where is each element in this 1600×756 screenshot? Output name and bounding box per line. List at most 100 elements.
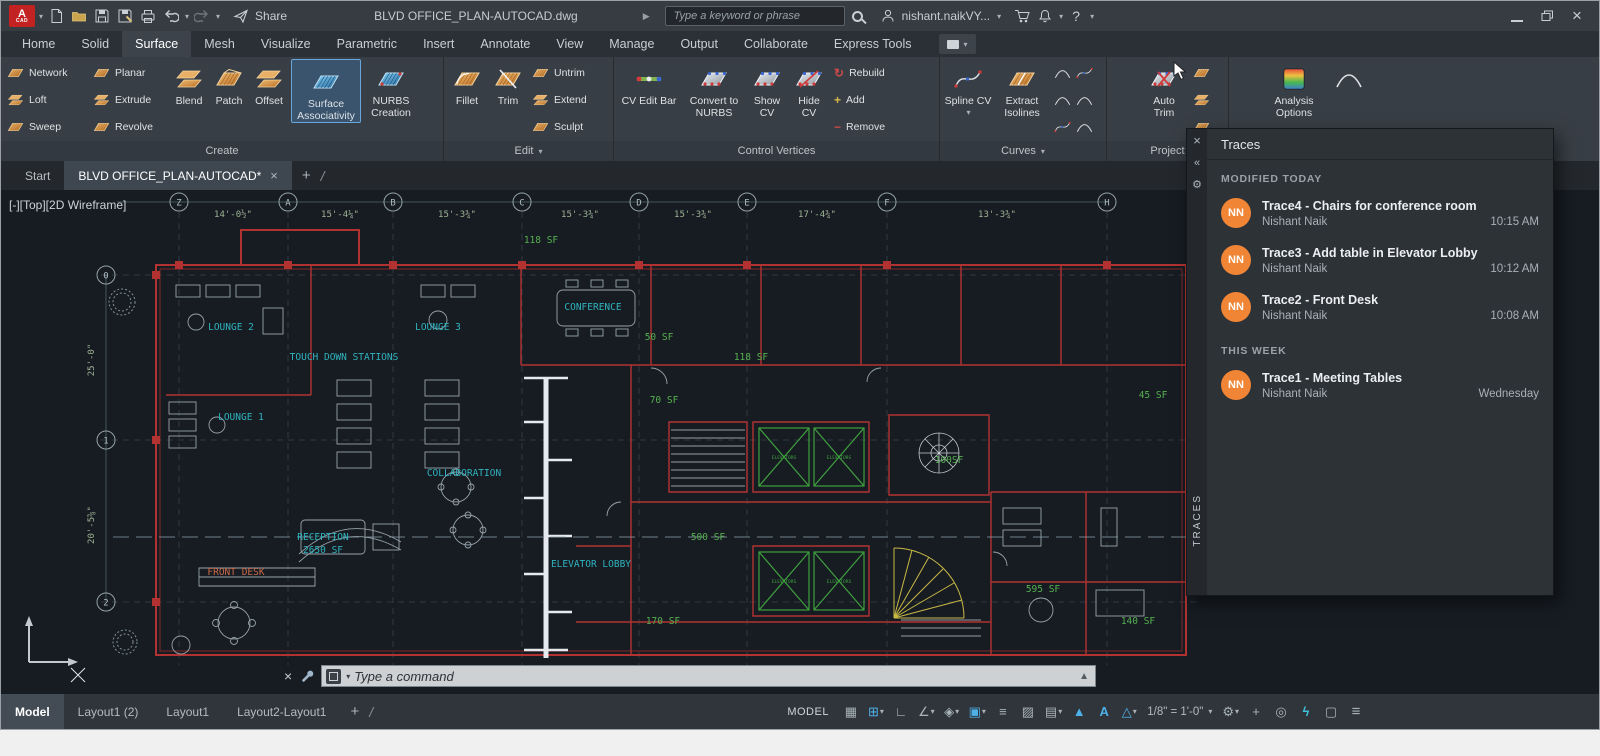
close-button[interactable]: × <box>1567 5 1587 27</box>
app-menu-button[interactable]: ACAD <box>9 5 35 27</box>
trace-item-2[interactable]: NN Trace2 - Front Desk Nishant Naik10:08… <box>1207 285 1553 332</box>
offset-curve-icon[interactable] <box>1076 67 1093 79</box>
planar-button[interactable]: Planar <box>89 59 169 86</box>
selected-partition[interactable] <box>524 378 572 658</box>
restore-button[interactable] <box>1537 5 1557 27</box>
ribbon-tab-express-tools[interactable]: Express Tools <box>821 31 925 57</box>
show-cv-button[interactable]: ShowCV <box>746 57 788 119</box>
project-to-ucs-button[interactable] <box>1189 59 1214 86</box>
analysis-options-button[interactable]: AnalysisOptions <box>1259 57 1329 119</box>
control-vertices-panel-label[interactable]: Control Vertices <box>614 141 939 161</box>
grid-display-toggle[interactable]: ▦ <box>840 699 862 725</box>
patch-button[interactable]: Patch <box>209 57 249 107</box>
layout2-tab[interactable]: Layout2-Layout1 <box>223 694 340 729</box>
annotation-monitor-button[interactable]: + <box>1245 699 1267 725</box>
customization-menu-button[interactable]: ≡ <box>1345 699 1367 725</box>
search-icon[interactable] <box>852 11 863 22</box>
create-panel-label[interactable]: Create <box>1 141 443 161</box>
cv-edit-bar-button[interactable]: CV Edit Bar <box>616 57 682 107</box>
command-input-bar[interactable]: ▾ ▲ <box>321 665 1096 687</box>
snap-mode-toggle[interactable]: ⊞▾ <box>865 699 887 725</box>
ribbon-tab-parametric[interactable]: Parametric <box>324 31 410 57</box>
polar-tracking-toggle[interactable]: ∠▾ <box>915 699 938 725</box>
workspace-switching-button[interactable]: ⚙▾ <box>1219 699 1242 725</box>
notifications-button[interactable] <box>1035 5 1055 27</box>
file-tab-drawing[interactable]: BLVD OFFICE_PLAN-AUTOCAD*× <box>64 161 292 190</box>
isolate-objects-button[interactable]: ◎ <box>1270 699 1292 725</box>
trace-item-1[interactable]: NN Trace1 - Meeting Tables Nishant NaikW… <box>1207 363 1553 410</box>
extend-button[interactable]: Extend <box>528 86 591 113</box>
new-drawing-tab-button[interactable]: + <box>292 161 321 190</box>
ribbon-tab-mesh[interactable]: Mesh <box>191 31 248 57</box>
blend-curve-button[interactable] <box>1050 59 1097 86</box>
zebra-analysis-button[interactable] <box>1329 57 1369 95</box>
freehand-curve-icon[interactable] <box>1076 121 1093 133</box>
viewport-controls[interactable]: [-][Top][2D Wireframe] <box>9 198 126 212</box>
command-input[interactable] <box>354 669 1075 684</box>
share-button[interactable]: Share <box>233 8 287 24</box>
graphics-performance-button[interactable]: ϟ <box>1295 699 1317 725</box>
ribbon-display-options-button[interactable]: ▾ <box>939 34 976 54</box>
clean-screen-button[interactable]: ▢ <box>1320 699 1342 725</box>
fillet-button[interactable]: Fillet <box>446 57 488 107</box>
ribbon-tab-visualize[interactable]: Visualize <box>248 31 324 57</box>
autoscale-toggle[interactable]: △▾ <box>1118 699 1140 725</box>
untrim-button[interactable]: Untrim <box>528 59 591 86</box>
layout1-tab[interactable]: Layout1 <box>152 694 223 729</box>
project-to-view-button[interactable] <box>1189 86 1214 113</box>
annotation-scale-button[interactable]: 1/8" = 1'-0"▾ <box>1143 699 1216 725</box>
blend-button[interactable]: Blend <box>169 57 209 107</box>
plot-button[interactable] <box>138 5 158 27</box>
remove-button[interactable]: −Remove <box>830 113 889 140</box>
trim-button[interactable]: Trim <box>488 57 528 107</box>
trace-item-3[interactable]: NN Trace3 - Add table in Elevator Lobby … <box>1207 238 1553 285</box>
command-dropdown-icon[interactable]: ▾ <box>346 672 350 681</box>
curve-row-3[interactable] <box>1050 113 1097 140</box>
app-menu-arrow-icon[interactable]: ▾ <box>39 12 43 21</box>
dynamic-input-toggle[interactable]: ▲ <box>1068 699 1090 725</box>
sculpt-button[interactable]: Sculpt <box>528 113 591 140</box>
ribbon-tab-view[interactable]: View <box>543 31 596 57</box>
ribbon-tab-annotate[interactable]: Annotate <box>467 31 543 57</box>
ribbon-tab-output[interactable]: Output <box>667 31 731 57</box>
command-customize-icon[interactable] <box>299 669 314 684</box>
recent-commands-icon[interactable] <box>326 669 341 684</box>
close-tab-icon[interactable]: × <box>270 168 278 183</box>
network-button[interactable]: Network <box>3 59 89 86</box>
edit-panel-label[interactable]: Edit▾ <box>444 141 613 161</box>
revolve-button[interactable]: Revolve <box>89 113 169 140</box>
ribbon-tab-manage[interactable]: Manage <box>596 31 667 57</box>
help-arrow-icon[interactable]: ▾ <box>1090 12 1094 21</box>
ribbon-tab-home[interactable]: Home <box>9 31 68 57</box>
extrude-button[interactable]: Extrude <box>89 86 169 113</box>
file-tab-start[interactable]: Start <box>11 161 64 190</box>
rebuild-button[interactable]: ↻Rebuild <box>830 59 889 86</box>
ribbon-tab-insert[interactable]: Insert <box>410 31 467 57</box>
ortho-toggle[interactable]: ∟ <box>890 699 912 725</box>
palette-properties-icon[interactable]: ⚙ <box>1192 178 1202 191</box>
new-layout-button[interactable]: + <box>340 694 369 729</box>
command-history-icon[interactable]: ▲ <box>1079 671 1091 682</box>
spline-cv-button[interactable]: Spline CV▾ <box>942 57 994 119</box>
curve-row-2[interactable] <box>1050 86 1097 113</box>
model-tab[interactable]: Model <box>1 694 64 729</box>
ribbon-tab-surface[interactable]: Surface <box>122 31 191 57</box>
hide-cv-button[interactable]: HideCV <box>788 57 830 119</box>
convert-to-nurbs-button[interactable]: Convert toNURBS <box>682 57 746 119</box>
nurbs-creation-toggle[interactable]: NURBSCreation <box>363 57 419 119</box>
layout1-2-tab[interactable]: Layout1 (2) <box>64 694 153 729</box>
lineweight-toggle[interactable]: ≡ <box>992 699 1014 725</box>
notifications-arrow-icon[interactable]: ▾ <box>1059 12 1063 21</box>
help-button[interactable]: ? <box>1066 5 1086 27</box>
open-file-button[interactable] <box>69 5 89 27</box>
loft-button[interactable]: Loft <box>3 86 89 113</box>
ucs-icon[interactable] <box>25 616 78 666</box>
transparency-toggle[interactable]: ▨ <box>1017 699 1039 725</box>
add-button[interactable]: +Add <box>830 86 889 113</box>
surface-associativity-toggle[interactable]: SurfaceAssociativity <box>291 59 361 123</box>
minimize-button[interactable] <box>1507 5 1527 27</box>
offset-button[interactable]: Offset <box>249 57 289 107</box>
palette-autohide-icon[interactable]: « <box>1194 157 1200 169</box>
account-button[interactable]: nishant.naikVY... ▾ <box>880 8 1002 24</box>
undo-arrow-icon[interactable]: ▾ <box>185 12 189 21</box>
